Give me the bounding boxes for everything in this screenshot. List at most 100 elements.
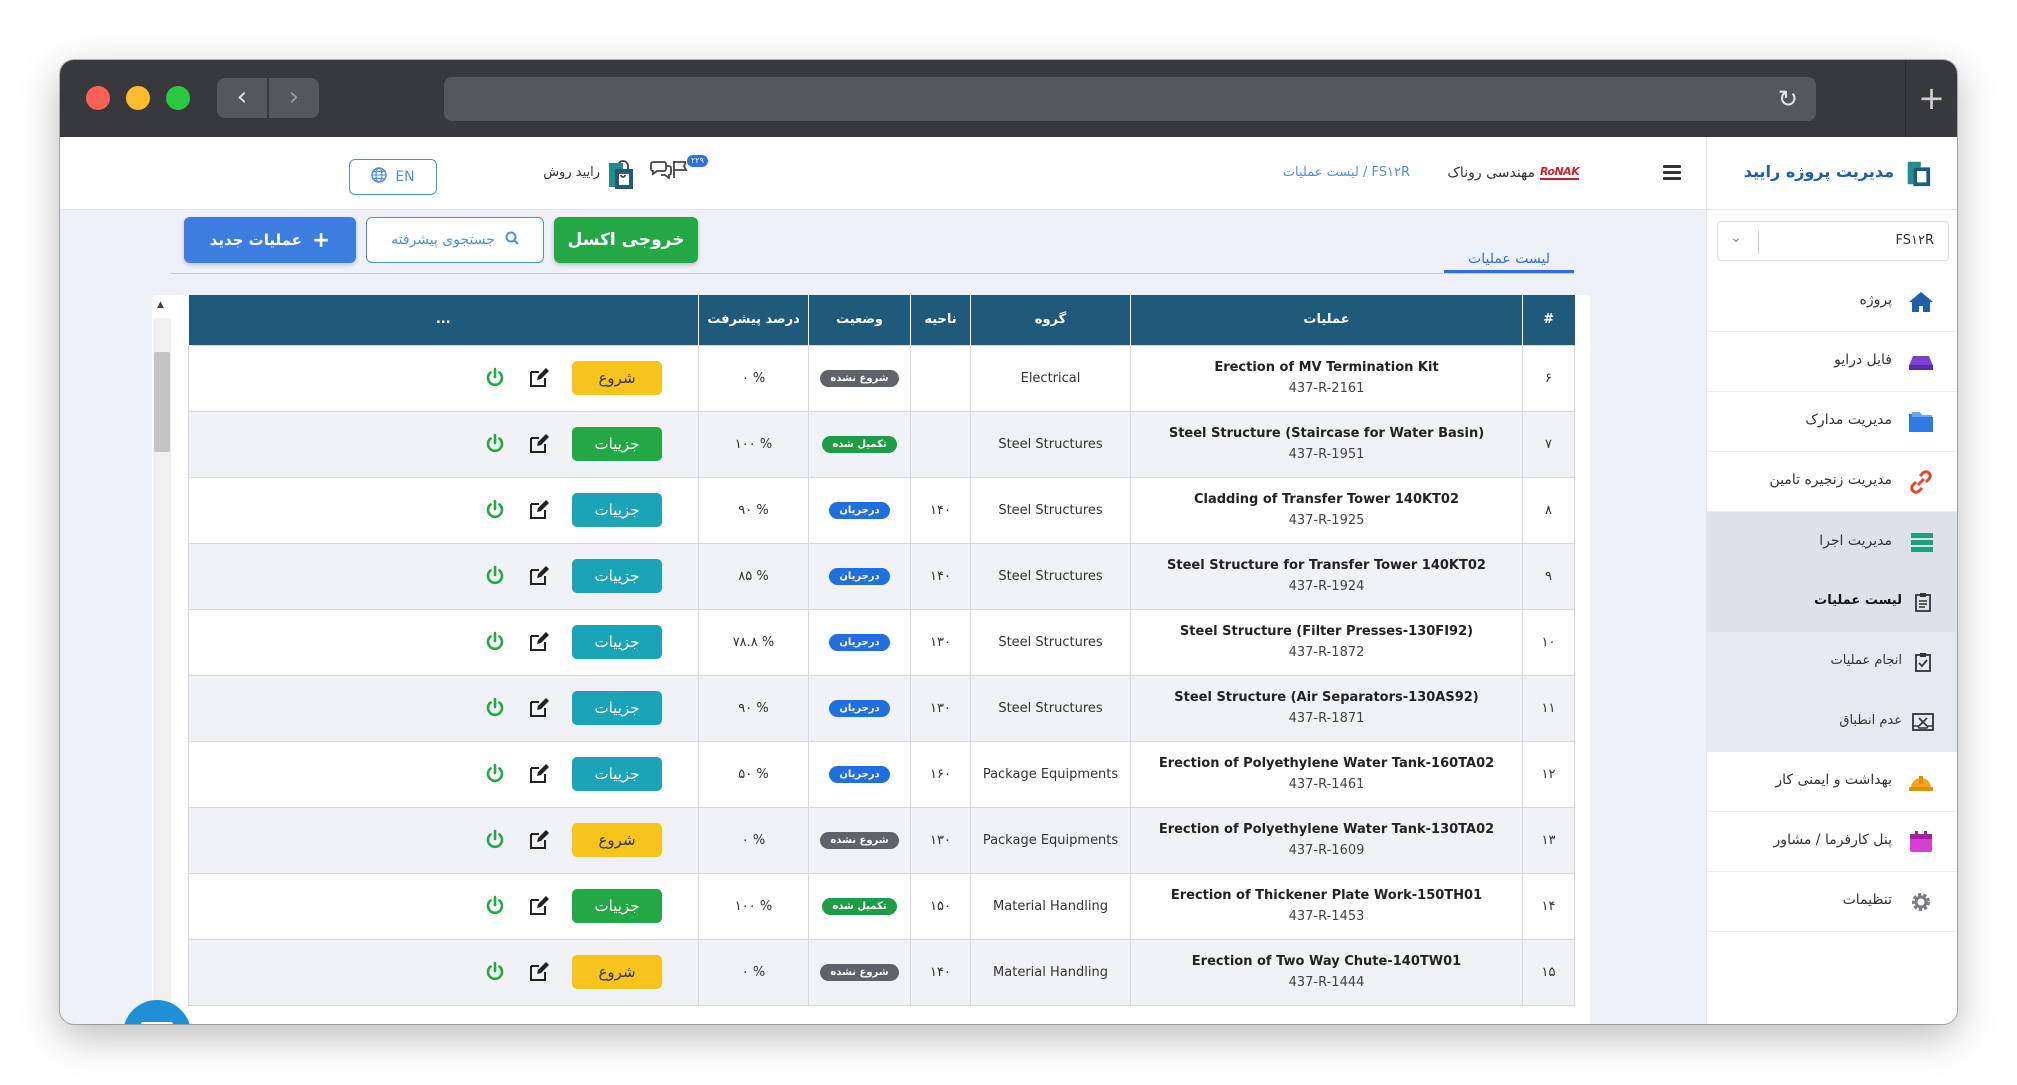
cell-number: ۱۵ <box>1522 938 1575 1006</box>
sidebar-item-file-drive[interactable]: فایل درایو <box>1707 332 1957 392</box>
table-row[interactable]: ۱۵ Erection of Two Way Chute-140TW01 437… <box>188 938 1575 1006</box>
sidebar-item-hse[interactable]: بهداشت و ایمنی کار <box>1707 752 1957 812</box>
edit-icon[interactable] <box>528 367 550 389</box>
cell-operation: Erection of Thickener Plate Work-150TH01… <box>1130 872 1523 940</box>
company-name: مهندسی روناک <box>1447 165 1535 181</box>
rapid-logo-icon <box>609 163 633 189</box>
status-badge: تکمیل شده <box>822 435 897 453</box>
power-icon[interactable] <box>484 433 506 455</box>
edit-icon[interactable] <box>528 829 550 851</box>
user-name[interactable]: رایید روش <box>530 165 600 180</box>
row-action-button[interactable]: جزییات <box>572 559 662 593</box>
table-row[interactable]: ۱۴ Erection of Thickener Plate Work-150T… <box>188 872 1575 940</box>
column-header-number[interactable]: # <box>1522 295 1575 345</box>
sidebar-item-label: بهداشت و ایمنی کار <box>1775 772 1892 788</box>
status-badge: درجریان <box>829 765 890 783</box>
edit-icon[interactable] <box>528 895 550 917</box>
sidebar-item-documents[interactable]: مدیریت مدارک <box>1707 392 1957 452</box>
top-header: RoNAK مهندسی روناک FS۱۲R / لیست عملیات ۲… <box>60 137 1706 210</box>
language-button[interactable]: EN <box>349 159 437 195</box>
tab-operations-list[interactable]: لیست عملیات <box>1447 251 1571 267</box>
tray-x-icon <box>1912 713 1934 731</box>
power-icon[interactable] <box>484 367 506 389</box>
table-row[interactable]: ۹ Steel Structure for Transfer Tower 140… <box>188 542 1575 610</box>
row-action-button[interactable]: جزییات <box>572 493 662 527</box>
sidebar-subitem-perform-operations[interactable]: انجام عملیات <box>1707 632 1957 692</box>
row-action-button[interactable]: شروع <box>572 955 662 989</box>
row-action-button[interactable]: شروع <box>572 823 662 857</box>
breadcrumb[interactable]: FS۱۲R / لیست عملیات <box>1200 165 1410 180</box>
row-action-button[interactable]: جزییات <box>572 757 662 791</box>
excel-export-button[interactable]: خروجی اکسل <box>554 217 698 263</box>
sidebar-item-label: پروژه <box>1859 292 1892 308</box>
menu-toggle-icon[interactable] <box>1663 165 1681 181</box>
reload-icon[interactable]: ↻ <box>1778 85 1798 113</box>
edit-icon[interactable] <box>528 433 550 455</box>
address-bar[interactable]: ↻ <box>444 77 1816 121</box>
power-icon[interactable] <box>484 961 506 983</box>
table-row[interactable]: ۱۳ Erection of Polyethylene Water Tank-1… <box>188 806 1575 874</box>
column-header-operation[interactable]: عملیات <box>1130 295 1523 345</box>
power-icon[interactable] <box>484 499 506 521</box>
table-row[interactable]: ۱۰ Steel Structure (Filter Presses-130FI… <box>188 608 1575 676</box>
table-scrollbar-thumb[interactable] <box>154 352 170 452</box>
table-row[interactable]: ۷ Steel Structure (Staircase for Water B… <box>188 410 1575 478</box>
power-icon[interactable] <box>484 565 506 587</box>
excel-export-label: خروجی اکسل <box>567 230 685 250</box>
sidebar-item-execution[interactable]: مدیریت اجرا <box>1707 512 1957 572</box>
edit-icon[interactable] <box>528 565 550 587</box>
chat-bubbles-icon[interactable] <box>650 159 672 184</box>
operation-title: Erection of Thickener Plate Work-150TH01 <box>1170 888 1483 903</box>
edit-icon[interactable] <box>528 499 550 521</box>
table-row[interactable]: ۶ Erection of MV Termination Kit 437-R-2… <box>188 344 1575 412</box>
column-header-status[interactable]: وضعیت <box>808 295 911 345</box>
table-row[interactable]: ۱۱ Steel Structure (Air Separators-130AS… <box>188 674 1575 742</box>
edit-icon[interactable] <box>528 961 550 983</box>
edit-icon[interactable] <box>528 763 550 785</box>
project-select[interactable]: FS۱۲R ⌄ <box>1717 221 1949 261</box>
edit-icon[interactable] <box>528 631 550 653</box>
forward-button[interactable]: › <box>269 78 319 118</box>
row-action-button[interactable]: جزییات <box>572 889 662 923</box>
operation-code: 437-R-2161 <box>1288 381 1365 396</box>
sidebar-item-settings[interactable]: تنظیمات <box>1707 872 1957 932</box>
sidebar-subitem-nonconformity[interactable]: عدم انطباق <box>1707 692 1957 752</box>
power-icon[interactable] <box>484 895 506 917</box>
new-operation-button[interactable]: + عملیات جدید <box>184 217 356 263</box>
power-icon[interactable] <box>484 697 506 719</box>
sidebar-item-label: مدیریت مدارک <box>1805 412 1892 428</box>
row-action-button[interactable]: جزییات <box>572 427 662 461</box>
sidebar-item-client-panel[interactable]: پنل کارفرما / مشاور <box>1707 812 1957 872</box>
new-tab-button[interactable]: + <box>1905 60 1957 137</box>
table-row[interactable]: ۱۲ Erection of Polyethylene Water Tank-1… <box>188 740 1575 808</box>
cell-group: Package Equipments <box>970 740 1131 808</box>
column-header-area[interactable]: ناحیه <box>910 295 971 345</box>
row-action-button[interactable]: جزییات <box>572 625 662 659</box>
power-icon[interactable] <box>484 829 506 851</box>
minimize-window-button[interactable] <box>126 86 150 110</box>
power-icon[interactable] <box>484 631 506 653</box>
sidebar-item-project[interactable]: پروژه <box>1707 272 1957 332</box>
row-action-button[interactable]: جزییات <box>572 691 662 725</box>
notification-badge: ۲۲۹ <box>686 154 709 168</box>
advanced-search-button[interactable]: جستجوی پیشرفته <box>366 217 544 263</box>
cell-number: ۹ <box>1522 542 1575 610</box>
maximize-window-button[interactable] <box>166 86 190 110</box>
power-icon[interactable] <box>484 763 506 785</box>
cell-area: ۱۳۰ <box>910 674 971 742</box>
table-row[interactable]: ۸ Cladding of Transfer Tower 140KT02 437… <box>188 476 1575 544</box>
row-action-button[interactable]: شروع <box>572 361 662 395</box>
scroll-up-arrow-icon[interactable]: ▲ <box>157 300 164 310</box>
support-chat-button[interactable] <box>123 1000 191 1024</box>
column-header-group[interactable]: گروه <box>970 295 1131 345</box>
sidebar-item-supply-chain[interactable]: مدیریت زنجیره تامین <box>1707 452 1957 512</box>
column-header-progress[interactable]: درصد پیشرفت <box>698 295 809 345</box>
sidebar-item-label: پنل کارفرما / مشاور <box>1773 832 1892 848</box>
sidebar-subitem-operations-list[interactable]: لیست عملیات <box>1707 572 1957 632</box>
edit-icon[interactable] <box>528 697 550 719</box>
cell-actions: جزییات <box>188 674 699 742</box>
close-window-button[interactable] <box>86 86 110 110</box>
cell-progress: % ۰ <box>698 344 809 412</box>
operation-code: 437-R-1925 <box>1288 513 1365 528</box>
back-button[interactable]: ‹ <box>217 78 267 118</box>
